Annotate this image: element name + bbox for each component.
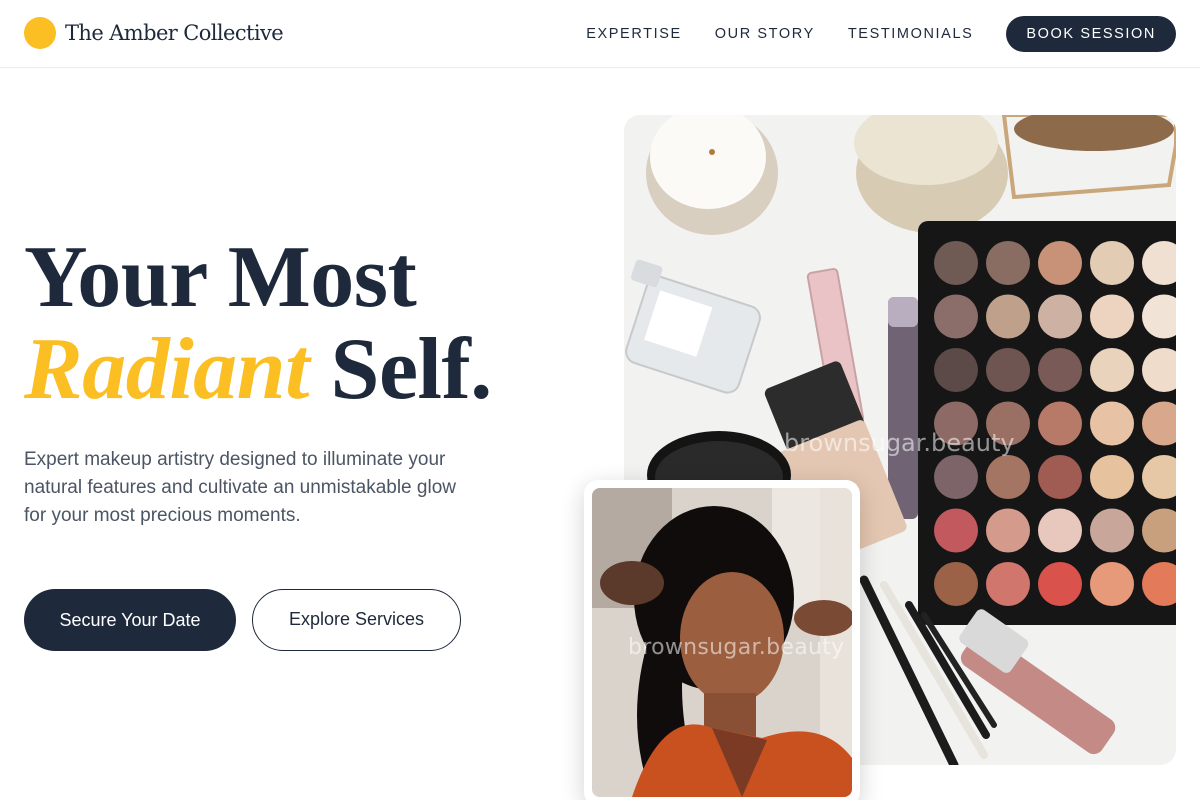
nav-link-our-story[interactable]: OUR STORY: [715, 26, 815, 42]
eyeshadow-pan: [986, 241, 1030, 285]
inset-illustration: [592, 488, 852, 797]
eyeshadow-pan: [986, 348, 1030, 392]
eyeshadow-pan: [986, 455, 1030, 499]
eyeshadow-pan: [1038, 348, 1082, 392]
eyeshadow-pan: [986, 508, 1030, 553]
explore-services-button[interactable]: Explore Services: [252, 589, 461, 651]
eyeshadow-pan: [1038, 294, 1082, 339]
candle-left: [646, 115, 778, 235]
eyeshadow-pan: [1090, 241, 1134, 285]
eyeshadow-pan: [1090, 401, 1134, 446]
main-nav: EXPERTISE OUR STORY TESTIMONIALS BOOK SE…: [586, 16, 1176, 52]
nav-link-testimonials[interactable]: TESTIMONIALS: [848, 26, 974, 42]
eyeshadow-pan: [1038, 562, 1082, 606]
mascara-tube: [888, 297, 918, 519]
eyeshadow-pan: [934, 562, 978, 606]
secure-your-date-button[interactable]: Secure Your Date: [24, 589, 236, 651]
artist-applying-makeup-photo: brownsugar.beauty: [592, 488, 852, 797]
eyeshadow-pan: [934, 241, 978, 285]
hero-title: Your Most Radiant Self.: [24, 232, 584, 416]
book-session-button[interactable]: BOOK SESSION: [1006, 16, 1176, 52]
eyeshadow-pan: [934, 508, 978, 553]
hero-title-line2: Self.: [309, 321, 493, 418]
eyeshadow-pan: [1090, 455, 1134, 499]
hero-title-accent: Radiant: [24, 321, 310, 418]
hero-subtitle: Expert makeup artistry designed to illum…: [24, 449, 456, 526]
brand-logo[interactable]: The Amber Collective: [24, 17, 284, 49]
inset-photo-card: brownsugar.beauty: [584, 480, 860, 800]
eyeshadow-pan: [1090, 294, 1134, 339]
main-photo-watermark: brownsugar.beauty: [784, 429, 1015, 457]
eyeshadow-pan: [934, 348, 978, 392]
logo-sun-icon: [24, 17, 56, 49]
eyeshadow-pan: [1038, 508, 1082, 553]
brand-name: The Amber Collective: [65, 21, 284, 45]
eyeshadow-pan: [934, 455, 978, 499]
eyeshadow-pan: [1090, 562, 1134, 606]
eyeshadow-pan: [1038, 241, 1082, 285]
hero-title-line1: Your Most: [24, 229, 417, 326]
eyeshadow-pan: [1090, 508, 1134, 553]
eyeshadow-pan: [1038, 455, 1082, 499]
eyeshadow-pan: [1038, 401, 1082, 446]
eyeshadow-pan: [986, 294, 1030, 339]
eyeshadow-pan: [934, 294, 978, 339]
eyeshadow-pan: [986, 562, 1030, 606]
site-header: The Amber Collective EXPERTISE OUR STORY…: [0, 0, 1200, 68]
nav-link-expertise[interactable]: EXPERTISE: [586, 26, 682, 42]
eyeshadow-pan: [1090, 348, 1134, 392]
